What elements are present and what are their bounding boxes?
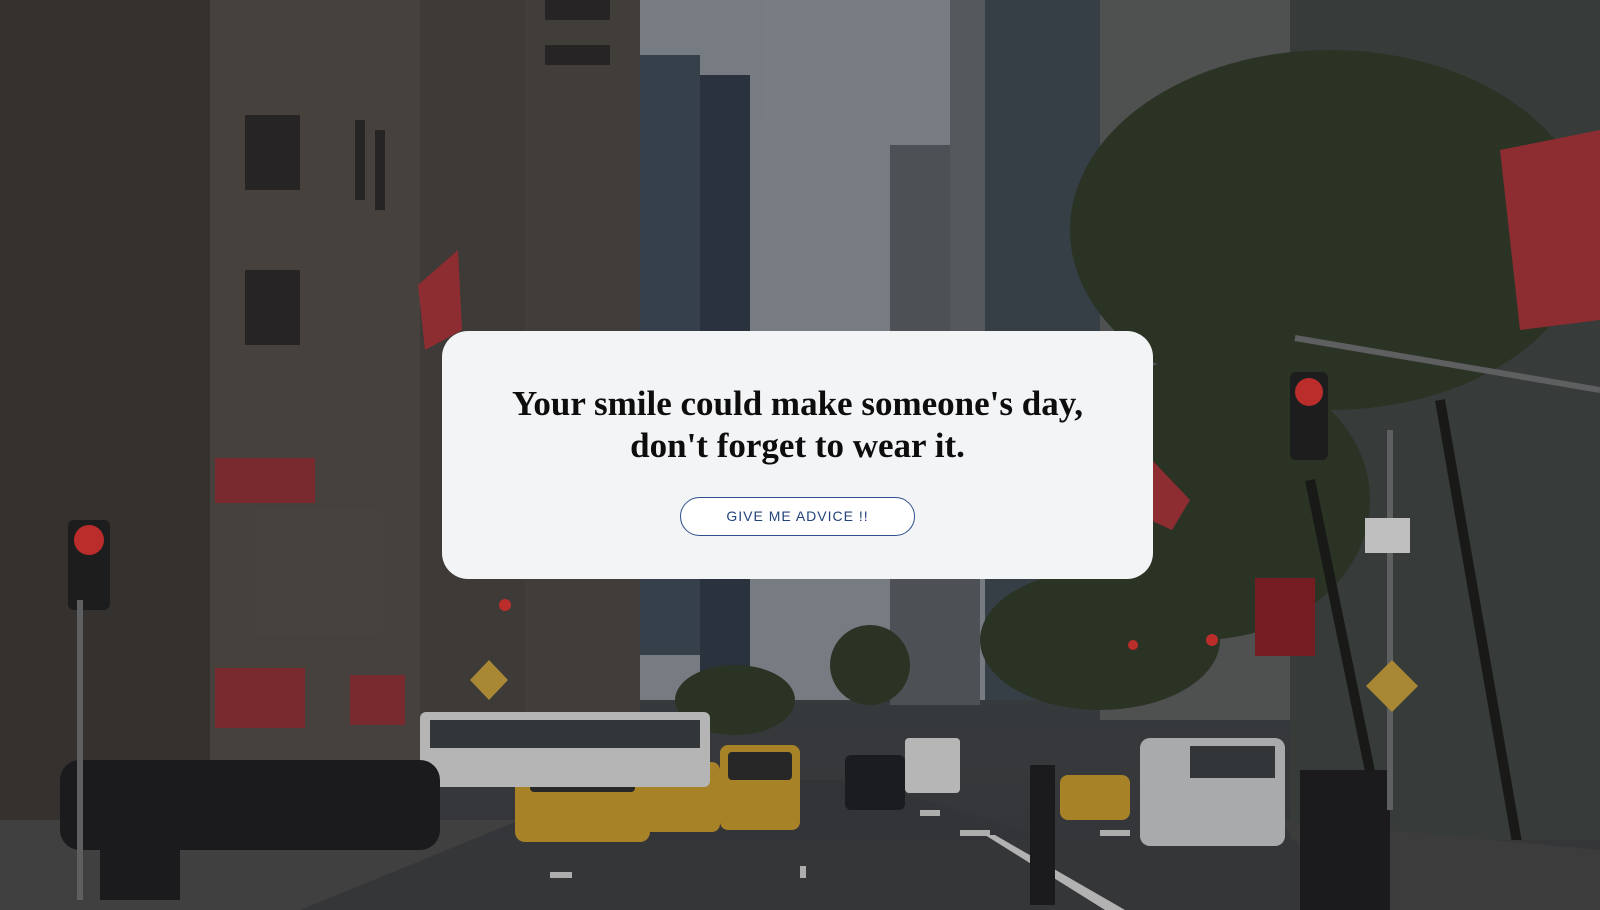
quote-line-1: Your smile could make someone's day, (511, 383, 1084, 423)
advice-quote: Your smile could make someone's day, don'… (478, 383, 1118, 467)
give-me-advice-button[interactable]: GIVE ME ADVICE !! (680, 496, 915, 536)
give-me-advice-button-label: GIVE ME ADVICE !! (726, 508, 869, 524)
advice-card: Your smile could make someone's day, don'… (442, 331, 1153, 579)
quote-line-2: don't forget to wear it. (630, 425, 965, 465)
